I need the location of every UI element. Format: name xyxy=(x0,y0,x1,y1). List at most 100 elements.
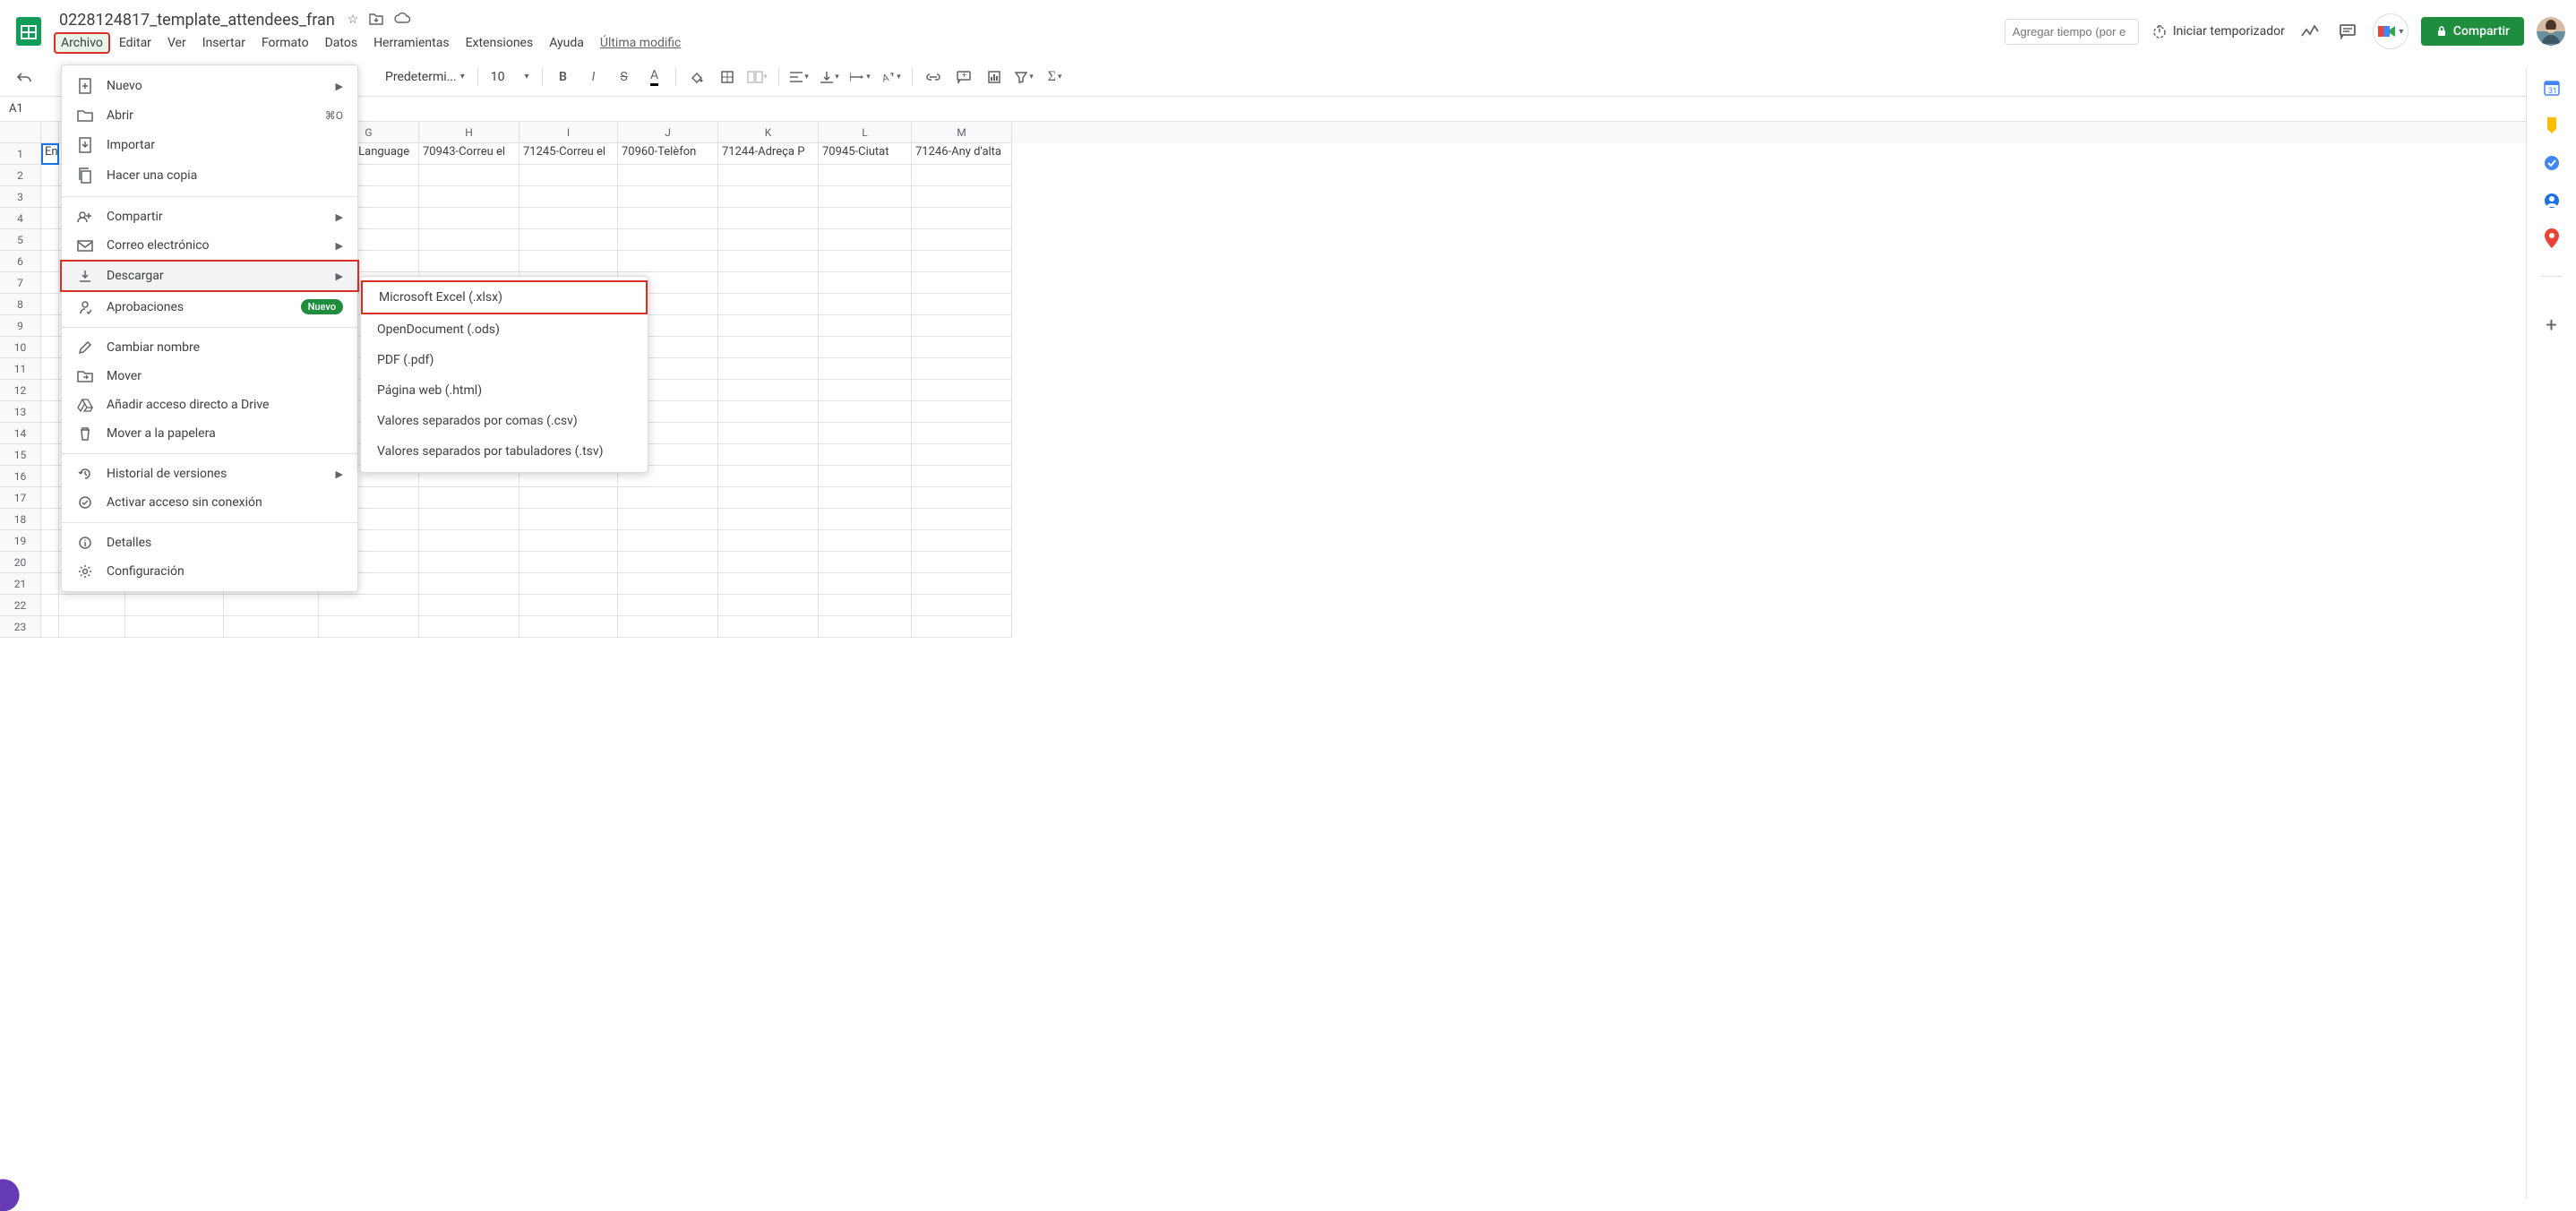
row-header[interactable]: 1 xyxy=(0,143,41,165)
cell[interactable] xyxy=(618,251,718,272)
cell[interactable] xyxy=(41,552,59,573)
menu-ver[interactable]: Ver xyxy=(160,32,193,54)
cell[interactable] xyxy=(819,337,912,358)
cell[interactable] xyxy=(819,466,912,487)
cell[interactable] xyxy=(819,165,912,186)
cell[interactable] xyxy=(419,229,519,251)
cell[interactable] xyxy=(718,616,819,638)
cell[interactable] xyxy=(519,616,618,638)
submenu-html[interactable]: Página web (.html) xyxy=(361,375,648,406)
cell[interactable] xyxy=(912,552,1012,573)
cell[interactable] xyxy=(718,380,819,401)
cell[interactable] xyxy=(819,552,912,573)
cell[interactable]: 70960-Telèfon xyxy=(618,143,718,165)
cell[interactable] xyxy=(912,358,1012,380)
cell[interactable] xyxy=(59,616,125,638)
cell[interactable] xyxy=(718,466,819,487)
cell[interactable] xyxy=(718,423,819,444)
cell[interactable] xyxy=(41,272,59,294)
borders-button[interactable] xyxy=(714,64,741,90)
cell[interactable] xyxy=(41,186,59,208)
link-button[interactable] xyxy=(920,64,947,90)
cell[interactable] xyxy=(41,573,59,595)
cell[interactable] xyxy=(912,251,1012,272)
doc-title[interactable]: 0228124817_template_attendees_fran xyxy=(54,10,340,30)
cell[interactable] xyxy=(912,272,1012,294)
cell[interactable] xyxy=(618,229,718,251)
maps-icon[interactable] xyxy=(2543,229,2561,247)
menu-editar[interactable]: Editar xyxy=(112,32,159,54)
row-header[interactable]: 5 xyxy=(0,229,41,251)
row-header[interactable]: 3 xyxy=(0,186,41,208)
row-header[interactable]: 11 xyxy=(0,358,41,380)
cell[interactable] xyxy=(718,509,819,530)
cell[interactable] xyxy=(819,423,912,444)
row-header[interactable]: 22 xyxy=(0,595,41,616)
cell[interactable] xyxy=(618,509,718,530)
cell[interactable] xyxy=(718,315,819,337)
row-header[interactable]: 18 xyxy=(0,509,41,530)
menu-new[interactable]: Nuevo ▶ xyxy=(62,71,357,101)
cell[interactable] xyxy=(41,401,59,423)
cell[interactable] xyxy=(718,401,819,423)
col-header[interactable]: K xyxy=(718,122,819,143)
italic-button[interactable]: I xyxy=(580,64,607,90)
cell[interactable] xyxy=(912,380,1012,401)
menu-offline[interactable]: Activar acceso sin conexión xyxy=(62,488,357,517)
menu-details[interactable]: Detalles xyxy=(62,528,357,557)
cell[interactable] xyxy=(125,616,224,638)
start-timer-button[interactable]: Iniciar temporizador xyxy=(2151,23,2285,39)
menu-ayuda[interactable]: Ayuda xyxy=(542,32,591,54)
cell[interactable] xyxy=(819,251,912,272)
contacts-icon[interactable] xyxy=(2543,192,2561,210)
col-header[interactable]: J xyxy=(618,122,718,143)
cell[interactable] xyxy=(718,229,819,251)
cell[interactable] xyxy=(618,552,718,573)
cell[interactable] xyxy=(912,530,1012,552)
cell[interactable] xyxy=(819,186,912,208)
bold-button[interactable]: B xyxy=(550,64,577,90)
merge-button[interactable]: ▾ xyxy=(744,64,771,90)
menu-settings[interactable]: Configuración xyxy=(62,557,357,586)
row-header[interactable]: 23 xyxy=(0,616,41,638)
cell[interactable] xyxy=(41,595,59,616)
cell[interactable] xyxy=(419,595,519,616)
menu-extensiones[interactable]: Extensiones xyxy=(459,32,541,54)
submenu-pdf[interactable]: PDF (.pdf) xyxy=(361,345,648,375)
cell[interactable] xyxy=(618,530,718,552)
keep-icon[interactable] xyxy=(2543,116,2561,134)
menu-rename[interactable]: Cambiar nombre xyxy=(62,333,357,362)
menu-history[interactable]: Historial de versiones ▶ xyxy=(62,459,357,488)
time-input[interactable] xyxy=(2005,19,2139,45)
cell[interactable] xyxy=(519,509,618,530)
cell[interactable] xyxy=(41,294,59,315)
cell[interactable] xyxy=(41,315,59,337)
fill-color-button[interactable] xyxy=(683,64,710,90)
cell[interactable] xyxy=(618,165,718,186)
cell[interactable] xyxy=(912,444,1012,466)
cell[interactable] xyxy=(618,208,718,229)
cell[interactable] xyxy=(912,337,1012,358)
cell[interactable] xyxy=(718,573,819,595)
cell[interactable]: 70945-Ciutat xyxy=(819,143,912,165)
menu-download[interactable]: Descargar ▶ xyxy=(60,260,359,292)
cell[interactable] xyxy=(718,165,819,186)
name-box[interactable]: A1 xyxy=(0,99,45,119)
cloud-icon[interactable] xyxy=(394,13,410,27)
row-header[interactable]: 21 xyxy=(0,573,41,595)
avatar[interactable] xyxy=(2537,17,2565,46)
tasks-icon[interactable] xyxy=(2543,154,2561,172)
cell[interactable]: 71244-Adreça P xyxy=(718,143,819,165)
menu-share[interactable]: Compartir ▶ xyxy=(62,202,357,231)
cell[interactable] xyxy=(519,595,618,616)
addons-button[interactable]: + xyxy=(2546,314,2556,337)
cell[interactable] xyxy=(419,573,519,595)
row-header[interactable]: 19 xyxy=(0,530,41,552)
filter-button[interactable]: ▾ xyxy=(1011,64,1038,90)
undo-button[interactable] xyxy=(11,64,38,90)
sheets-logo[interactable] xyxy=(11,13,47,49)
cell[interactable] xyxy=(519,573,618,595)
cell[interactable] xyxy=(419,251,519,272)
share-button[interactable]: Compartir xyxy=(2421,17,2524,46)
cell[interactable] xyxy=(41,466,59,487)
